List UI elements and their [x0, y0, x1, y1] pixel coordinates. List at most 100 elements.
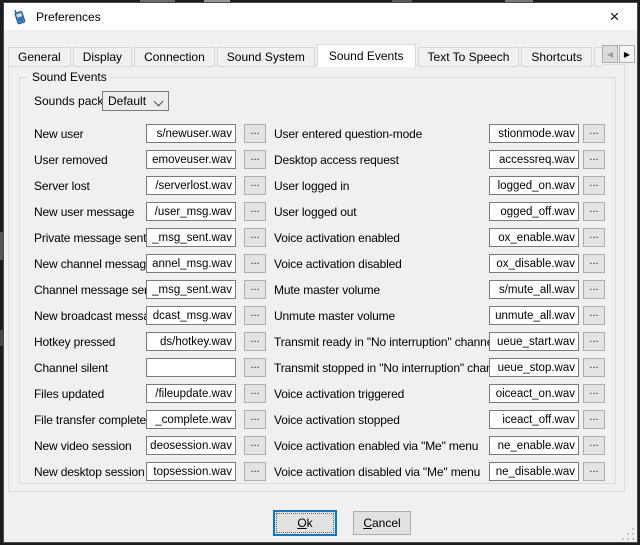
sound-file-input[interactable] [489, 202, 579, 221]
sound-file-input[interactable] [489, 332, 579, 351]
browse-button[interactable]: ... [244, 280, 266, 299]
browse-button[interactable]: ... [583, 202, 605, 221]
event-label: New video session [34, 435, 132, 457]
sound-file-input[interactable] [146, 306, 236, 325]
sound-events-rows: New user ... User entered question-mode … [20, 122, 615, 486]
event-label: File transfer complete [34, 409, 146, 431]
browse-button[interactable]: ... [244, 436, 266, 455]
sound-file-input[interactable] [489, 176, 579, 195]
desktop-background: Preferences × GeneralDisplayConnectionSo… [0, 0, 640, 545]
sound-file-input[interactable] [146, 124, 236, 143]
event-label: Voice activation disabled [274, 253, 402, 275]
event-label: Unmute master volume [274, 305, 395, 327]
tab-sound-events[interactable]: Sound Events [317, 44, 416, 67]
browse-button[interactable]: ... [583, 436, 605, 455]
event-label: New broadcast message [34, 305, 163, 327]
browse-button[interactable]: ... [244, 462, 266, 481]
title-bar[interactable]: Preferences × [4, 3, 637, 30]
sound-file-input[interactable] [489, 306, 579, 325]
sound-file-input[interactable] [146, 332, 236, 351]
tab-text-to-speech[interactable]: Text To Speech [418, 47, 520, 67]
sound-event-row: New desktop session ... Voice activation… [20, 460, 615, 486]
tab-shortcuts[interactable]: Shortcuts [521, 47, 592, 67]
event-label: Desktop access request [274, 149, 399, 171]
browse-button[interactable]: ... [244, 150, 266, 169]
event-label: New user [34, 123, 83, 145]
browse-button[interactable]: ... [244, 410, 266, 429]
browse-button[interactable]: ... [583, 176, 605, 195]
tab-video[interactable]: Video [594, 47, 602, 67]
sound-file-input[interactable] [146, 384, 236, 403]
sound-event-row: New video session ... Voice activation e… [20, 434, 615, 460]
browse-button[interactable]: ... [244, 384, 266, 403]
sound-events-page: Sound Events Sounds pack Default New use… [8, 64, 625, 492]
sound-file-input[interactable] [489, 410, 579, 429]
resize-grip[interactable] [620, 526, 634, 540]
browse-button[interactable]: ... [583, 254, 605, 273]
browse-button[interactable]: ... [583, 410, 605, 429]
event-label: User logged in [274, 175, 349, 197]
event-label: User entered question-mode [274, 123, 422, 145]
browse-button[interactable]: ... [244, 202, 266, 221]
browse-button[interactable]: ... [244, 124, 266, 143]
event-label: User logged out [274, 201, 356, 223]
browse-button[interactable]: ... [583, 280, 605, 299]
browse-button[interactable]: ... [244, 254, 266, 273]
sound-file-input[interactable] [489, 280, 579, 299]
sound-file-input[interactable] [146, 280, 236, 299]
browse-button[interactable]: ... [583, 150, 605, 169]
ok-button[interactable]: Ok [273, 510, 337, 536]
sound-file-input[interactable] [489, 254, 579, 273]
browse-button[interactable]: ... [583, 384, 605, 403]
browse-button[interactable]: ... [244, 332, 266, 351]
preferences-dialog: Preferences × GeneralDisplayConnectionSo… [4, 3, 637, 542]
tab-connection[interactable]: Connection [134, 47, 215, 67]
browse-button[interactable]: ... [583, 306, 605, 325]
tab-general[interactable]: General [8, 47, 71, 67]
tab-scroll-right-icon[interactable]: ▶ [619, 45, 635, 63]
sound-file-input[interactable] [146, 358, 236, 377]
sound-file-input[interactable] [489, 228, 579, 247]
browse-button[interactable]: ... [583, 462, 605, 481]
browse-button[interactable]: ... [583, 228, 605, 247]
sound-event-row: User removed ... Desktop access request … [20, 148, 615, 174]
browse-button[interactable]: ... [244, 358, 266, 377]
event-label: Voice activation triggered [274, 383, 404, 405]
sound-file-input[interactable] [146, 176, 236, 195]
event-label: Private message sent [34, 227, 146, 249]
sound-file-input[interactable] [146, 436, 236, 455]
sound-file-input[interactable] [146, 410, 236, 429]
event-label: New channel message [34, 253, 153, 275]
sound-file-input[interactable] [146, 228, 236, 247]
tab-display[interactable]: Display [73, 47, 132, 67]
cancel-button[interactable]: Cancel [353, 511, 411, 535]
sound-file-input[interactable] [146, 462, 236, 481]
sound-event-row: New user ... User entered question-mode … [20, 122, 615, 148]
sound-event-row: New channel message ... Voice activation… [20, 252, 615, 278]
browse-button[interactable]: ... [583, 332, 605, 351]
sound-event-row: New user message ... User logged out ... [20, 200, 615, 226]
browse-button[interactable]: ... [583, 358, 605, 377]
sound-file-input[interactable] [489, 150, 579, 169]
browse-button[interactable]: ... [583, 124, 605, 143]
sound-file-input[interactable] [489, 358, 579, 377]
sound-file-input[interactable] [489, 462, 579, 481]
sound-file-input[interactable] [146, 202, 236, 221]
sound-file-input[interactable] [489, 124, 579, 143]
event-label: Voice activation enabled via "Me" menu [274, 435, 478, 457]
browse-button[interactable]: ... [244, 306, 266, 325]
sound-file-input[interactable] [489, 384, 579, 403]
sound-file-input[interactable] [489, 436, 579, 455]
sound-file-input[interactable] [146, 150, 236, 169]
event-label: Voice activation disabled via "Me" menu [274, 461, 480, 483]
event-label: User removed [34, 149, 108, 171]
browse-button[interactable]: ... [244, 228, 266, 247]
sound-event-row: File transfer complete ... Voice activat… [20, 408, 615, 434]
tab-sound-system[interactable]: Sound System [217, 47, 315, 67]
sounds-pack-select[interactable]: Default [102, 91, 169, 111]
sound-file-input[interactable] [146, 254, 236, 273]
event-label: Voice activation enabled [274, 227, 400, 249]
tab-scroll-left-icon[interactable]: ◀ [602, 45, 618, 63]
browse-button[interactable]: ... [244, 176, 266, 195]
close-button[interactable]: × [592, 3, 637, 30]
